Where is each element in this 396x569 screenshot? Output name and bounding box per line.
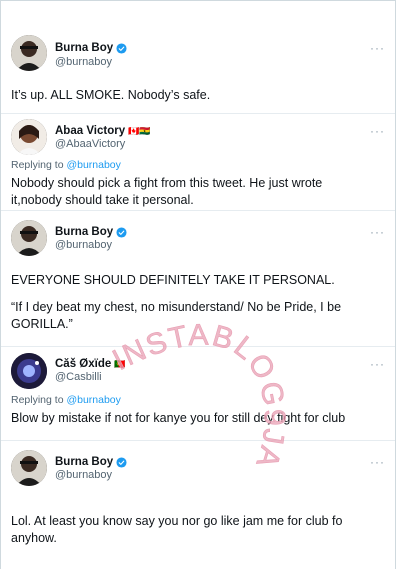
tweet-burnaboy-3[interactable]: Burna Boy @burnaboy ··· Lol. At least yo… [1, 441, 395, 569]
tweet-text: It’s up. ALL SMOKE. Nobody’s safe. [11, 88, 211, 102]
avatar-image [11, 35, 47, 71]
tweet-abaavictory[interactable]: Abaa Victory 🇨🇦🇬🇭 @AbaaVictory ··· Reply… [1, 114, 395, 211]
replying-to-mention[interactable]: @burnaboy [66, 394, 120, 406]
author-handle[interactable]: @burnaboy [55, 56, 112, 68]
avatar-image [11, 220, 47, 256]
country-flags: 🇵🇹 [114, 358, 126, 369]
author-handle[interactable]: @Casbilli [55, 371, 102, 383]
tweet-text-line: it,nobody should take it personal. [11, 193, 194, 207]
more-options-icon[interactable]: ··· [370, 41, 385, 55]
tweet-text: Nobody should pick a fight from this twe… [11, 175, 383, 209]
avatar[interactable] [11, 220, 47, 256]
replying-to-mention[interactable]: @burnaboy [66, 159, 120, 171]
tweet-casbilli[interactable]: Căš Øxïde 🇵🇹 @Casbilli ··· Replying to @… [1, 347, 395, 441]
author-row: Burna Boy [55, 456, 127, 468]
tweet-text: Blow by mistake if not for kanye you for… [11, 411, 346, 425]
verified-badge-icon [116, 226, 127, 238]
tweet-text: Lol. At least you know say you nor go li… [11, 513, 383, 547]
tweet-burnaboy-1[interactable]: Burna Boy @burnaboy ··· It’s up. ALL SMO… [1, 19, 395, 114]
avatar-image [11, 119, 47, 155]
replying-to-line: Replying to @burnaboy [11, 159, 121, 171]
more-options-icon[interactable]: ··· [370, 455, 385, 469]
more-options-icon[interactable]: ··· [370, 357, 385, 371]
avatar[interactable] [11, 119, 47, 155]
author-row: Căš Øxïde 🇵🇹 [55, 358, 125, 370]
more-options-icon[interactable]: ··· [370, 124, 385, 138]
author-name[interactable]: Burna Boy [55, 456, 113, 468]
tweet-text-line: anyhow. [11, 531, 57, 545]
avatar[interactable] [11, 35, 47, 71]
verified-badge-icon [116, 42, 127, 54]
author-name[interactable]: Abaa Victory [55, 125, 125, 137]
tweet-text-line: GORILLA.” [11, 317, 73, 331]
tweet-text-line: Lol. At least you know say you nor go li… [11, 514, 343, 528]
author-handle[interactable]: @burnaboy [55, 239, 112, 251]
author-row: Abaa Victory 🇨🇦🇬🇭 [55, 125, 151, 137]
author-handle[interactable]: @burnaboy [55, 469, 112, 481]
author-name[interactable]: Burna Boy [55, 226, 113, 238]
author-row: Burna Boy [55, 42, 127, 54]
replying-prefix: Replying to [11, 159, 67, 171]
author-row: Burna Boy [55, 226, 127, 238]
verified-badge-icon [116, 456, 127, 468]
tweet-text: EVERYONE SHOULD DEFINITELY TAKE IT PERSO… [11, 273, 335, 287]
author-handle[interactable]: @AbaaVictory [55, 138, 125, 150]
tweet-text-line: “If I dey beat my chest, no misunderstan… [11, 300, 342, 314]
tweet-thread-screenshot: Burna Boy @burnaboy ··· It’s up. ALL SMO… [0, 0, 396, 569]
avatar-image [11, 353, 47, 389]
replying-prefix: Replying to [11, 394, 67, 406]
tweet-text-line: Nobody should pick a fight from this twe… [11, 176, 323, 190]
avatar[interactable] [11, 450, 47, 486]
tweet-text-quote: “If I dey beat my chest, no misunderstan… [11, 299, 383, 333]
country-flags: 🇨🇦🇬🇭 [128, 125, 151, 136]
avatar-image [11, 450, 47, 486]
tweet-burnaboy-2[interactable]: Burna Boy @burnaboy ··· EVERYONE SHOULD … [1, 211, 395, 347]
author-name[interactable]: Burna Boy [55, 42, 113, 54]
avatar[interactable] [11, 353, 47, 389]
author-name[interactable]: Căš Øxïde [55, 358, 111, 370]
more-options-icon[interactable]: ··· [370, 225, 385, 239]
replying-to-line: Replying to @burnaboy [11, 394, 121, 406]
